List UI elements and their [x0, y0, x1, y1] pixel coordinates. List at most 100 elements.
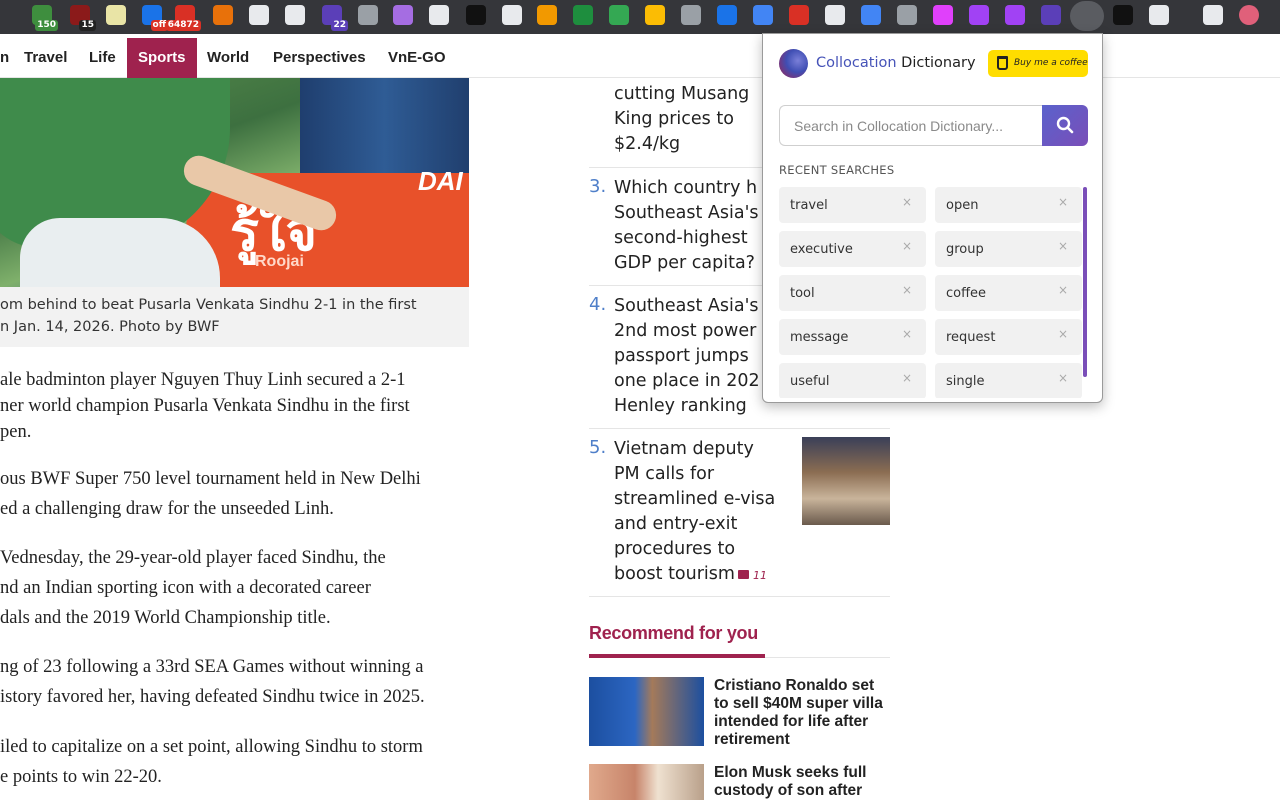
paragraph-line: istory favored her, having defeated Sind… — [0, 687, 425, 707]
comment-icon — [738, 570, 750, 579]
ranked-article-title[interactable]: Vietnam deputy PM calls for streamlined … — [614, 437, 775, 588]
recent-search-chip[interactable]: useful × — [779, 363, 926, 398]
remove-search-icon[interactable]: × — [1058, 371, 1068, 385]
browser-toolbar: 150 15 off 64872 22 — [0, 0, 1280, 34]
extension-info-icon[interactable] — [825, 5, 845, 25]
paragraph-line: iled to capitalize on a set point, allow… — [0, 737, 423, 757]
recent-search-chip[interactable]: single × — [935, 363, 1082, 398]
nav-item-travel[interactable]: Travel — [13, 38, 78, 78]
recommend-title[interactable]: Cristiano Ronaldo set to sell $40M super… — [714, 677, 890, 749]
extension-circle-icon[interactable] — [213, 5, 233, 25]
extension-book-icon[interactable]: 15 — [70, 5, 96, 31]
extension-sticky-icon[interactable] — [645, 5, 665, 25]
extension-pen-icon[interactable] — [466, 5, 486, 25]
extension-tag-icon[interactable]: off — [142, 5, 168, 31]
article-paragraph: Vednesday, the 29-year-old player faced … — [0, 543, 386, 633]
extension-react-icon[interactable] — [285, 5, 305, 25]
extension-save-icon[interactable] — [753, 5, 773, 25]
article-paragraph: ale badminton player Nguyen Thuy Linh se… — [0, 365, 410, 447]
coffee-cup-icon — [997, 56, 1008, 70]
nav-item-world[interactable]: World — [196, 38, 260, 78]
extension-ruler-icon[interactable] — [502, 5, 522, 25]
brand-first-word: Collocation — [816, 55, 897, 71]
search-icon — [1056, 116, 1074, 134]
remove-search-icon[interactable]: × — [902, 327, 912, 341]
remove-search-icon[interactable]: × — [1058, 283, 1068, 297]
photo-caption: om behind to beat Pusarla Venkata Sindhu… — [0, 287, 469, 347]
extension-slash-icon[interactable] — [573, 5, 593, 25]
dictionary-search-input[interactable] — [779, 105, 1042, 146]
nav-item-life[interactable]: Life — [78, 38, 127, 78]
remove-search-icon[interactable]: × — [902, 239, 912, 253]
extension-gear-icon[interactable] — [393, 5, 413, 25]
nav-item-perspectives[interactable]: Perspectives — [262, 38, 377, 78]
recommend-thumbnail[interactable] — [589, 677, 704, 746]
ranked-article-thumbnail[interactable] — [802, 437, 890, 525]
ranked-article-title[interactable]: cutting Musang King prices to $2.4/kg — [614, 82, 749, 157]
recent-search-term: single — [946, 374, 985, 389]
recommend-thumbnail[interactable] — [589, 764, 704, 800]
extension-yg-icon[interactable] — [1113, 5, 1133, 25]
extension-badge: 64872 — [165, 20, 201, 31]
extension-green-icon[interactable]: 150 — [32, 5, 58, 31]
recent-search-term: useful — [790, 374, 830, 389]
paragraph-line: pen. — [0, 422, 32, 442]
extension-doc-icon[interactable] — [861, 5, 881, 25]
extension-paren-icon[interactable] — [1005, 5, 1025, 25]
ranked-article-title[interactable]: Which country h Southeast Asia's second-… — [614, 176, 759, 276]
extension-hat-icon[interactable]: 22 — [322, 5, 348, 31]
extension-wp-icon[interactable] — [358, 5, 378, 25]
caption-line: n Jan. 14, 2026. Photo by BWF — [0, 319, 220, 335]
extension-mail-icon[interactable]: 64872 — [165, 5, 201, 31]
ranked-article[interactable]: 5. Vietnam deputy PM calls for streamlin… — [589, 437, 890, 597]
remove-search-icon[interactable]: × — [902, 371, 912, 385]
remove-search-icon[interactable]: × — [1058, 327, 1068, 341]
nav-item-vne-go[interactable]: VnE-GO — [377, 38, 457, 78]
search-button[interactable] — [1042, 105, 1088, 146]
remove-search-icon[interactable]: × — [902, 195, 912, 209]
recent-search-chip[interactable]: tool × — [779, 275, 926, 311]
paragraph-line: ner world champion Pusarla Venkata Sindh… — [0, 396, 410, 416]
extension-tiger-icon[interactable] — [537, 5, 557, 25]
popup-scrollbar[interactable] — [1083, 187, 1087, 377]
nav-item-sports[interactable]: Sports — [127, 38, 197, 78]
profile-avatar-icon[interactable] — [1239, 5, 1259, 25]
recent-search-chip[interactable]: executive × — [779, 231, 926, 267]
remove-search-icon[interactable]: × — [1058, 239, 1068, 253]
remove-search-icon[interactable]: × — [1058, 195, 1068, 209]
recommend-title[interactable]: Elon Musk seeks full custody of son afte… — [714, 764, 890, 800]
extension-shield-icon[interactable] — [717, 5, 737, 25]
recent-search-chip[interactable]: group × — [935, 231, 1082, 267]
extension-swirl-icon[interactable] — [429, 5, 449, 25]
divider — [765, 657, 890, 658]
article-paragraph: ng of 23 following a 33rd SEA Games with… — [0, 652, 425, 712]
article-paragraph: iled to capitalize on a set point, allow… — [0, 732, 423, 792]
extension-heart-icon[interactable] — [969, 5, 989, 25]
extension-video-icon[interactable] — [933, 5, 953, 25]
recent-search-chip[interactable]: request × — [935, 319, 1082, 355]
recent-search-term: tool — [790, 286, 815, 301]
rank-number: 4. — [589, 294, 607, 315]
extension-link-icon[interactable] — [1041, 5, 1061, 25]
recent-search-chip[interactable]: open × — [935, 187, 1082, 223]
collocation-dictionary-popup: Collocation Dictionary Buy me a coffee R… — [762, 33, 1103, 403]
extension-g-icon[interactable] — [249, 5, 269, 25]
remove-search-icon[interactable]: × — [902, 283, 912, 297]
recent-search-chip[interactable]: message × — [779, 319, 926, 355]
brand-second-word: Dictionary — [901, 55, 976, 71]
comment-count[interactable]: 11 — [735, 569, 767, 582]
extension-bulb-icon[interactable] — [609, 5, 629, 25]
extension-badge: 15 — [79, 20, 96, 31]
photo-crowd — [300, 78, 469, 178]
extension-cross-icon[interactable] — [789, 5, 809, 25]
extension-image-icon[interactable] — [681, 5, 701, 25]
recent-searches-label: RECENT SEARCHES — [779, 163, 895, 177]
ranked-article-title[interactable]: Southeast Asia's 2nd most power passport… — [614, 294, 760, 419]
extensions-puzzle-icon[interactable] — [1149, 5, 1169, 25]
extension-note-icon[interactable] — [106, 5, 126, 25]
reading-list-icon[interactable] — [1203, 5, 1223, 25]
extension-camera-icon[interactable] — [897, 5, 917, 25]
recent-search-chip[interactable]: travel × — [779, 187, 926, 223]
buy-me-a-coffee-button[interactable]: Buy me a coffee — [988, 50, 1088, 77]
recent-search-chip[interactable]: coffee × — [935, 275, 1082, 311]
